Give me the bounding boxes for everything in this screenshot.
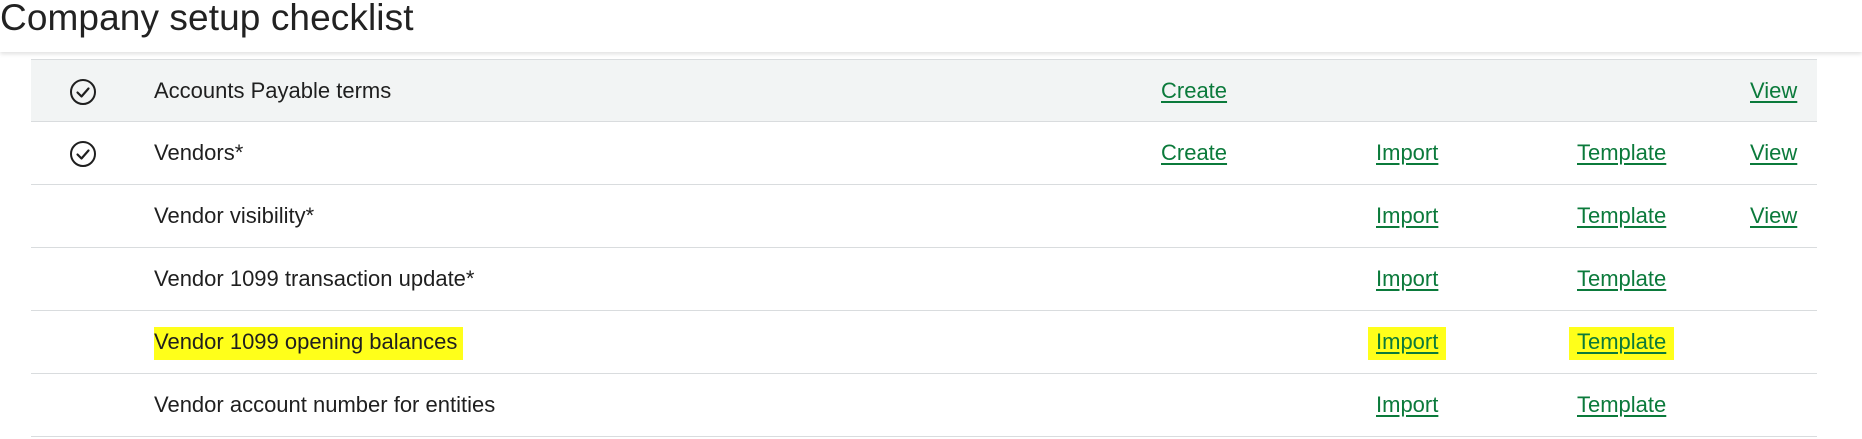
template-link[interactable]: Template — [1577, 248, 1666, 310]
import-link[interactable]: Import — [1376, 248, 1438, 310]
table-row-highlighted: Vendor 1099 opening balances Import Temp… — [31, 311, 1817, 374]
view-link[interactable]: View — [1750, 122, 1797, 184]
template-link[interactable]: Template — [1569, 311, 1675, 373]
row-label: Vendor account number for entities — [154, 392, 496, 417]
template-link[interactable]: Template — [1577, 374, 1666, 436]
template-link[interactable]: Template — [1577, 185, 1666, 247]
row-label: Vendor 1099 opening balances — [154, 311, 464, 373]
page-header: Company setup checklist — [0, 0, 1862, 52]
import-link[interactable]: Import — [1368, 311, 1447, 373]
row-label: Vendor 1099 transaction update* — [154, 266, 475, 291]
table-row: Accounts Payable terms Create View — [31, 59, 1817, 122]
check-circle-icon — [70, 141, 96, 167]
create-link[interactable]: Create — [1161, 122, 1227, 184]
table-row: Vendor account number for entities Impor… — [31, 374, 1817, 437]
row-label: Accounts Payable terms — [154, 78, 392, 103]
view-link[interactable]: View — [1750, 60, 1797, 122]
view-link[interactable]: View — [1750, 185, 1797, 247]
setup-checklist-table: Accounts Payable terms Create View Vendo… — [31, 59, 1817, 437]
import-link[interactable]: Import — [1376, 122, 1438, 184]
highlighted-import-text: Import — [1368, 327, 1447, 360]
row-label: Vendor visibility* — [154, 203, 315, 228]
table-row: Vendor 1099 transaction update* Import T… — [31, 248, 1817, 311]
table-row: Vendors* Create Import Template View — [31, 122, 1817, 185]
row-label: Vendors* — [154, 140, 244, 165]
import-link[interactable]: Import — [1376, 374, 1438, 436]
highlighted-template-text: Template — [1569, 327, 1675, 360]
template-link[interactable]: Template — [1577, 122, 1666, 184]
import-link[interactable]: Import — [1376, 185, 1438, 247]
table-row: Vendor visibility* Import Template View — [31, 185, 1817, 248]
check-circle-icon — [70, 79, 96, 105]
page-title: Company setup checklist — [0, 0, 414, 38]
highlighted-label-text: Vendor 1099 opening balances — [154, 327, 464, 360]
create-link[interactable]: Create — [1161, 60, 1227, 122]
